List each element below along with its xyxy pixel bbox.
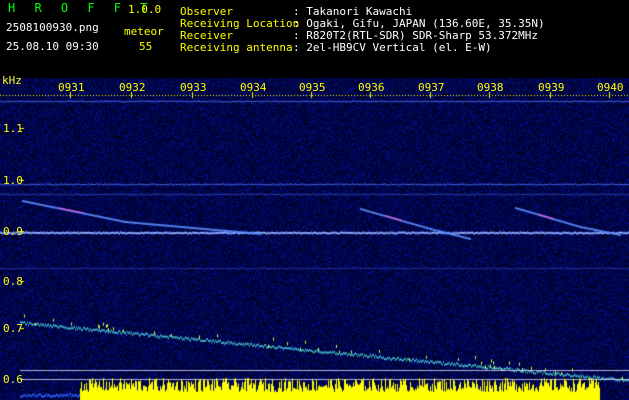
freq-label: 0.7 <box>3 322 23 335</box>
time-label: 0934 <box>240 81 267 94</box>
info-value-antenna: : 2el-HB9CV Vertical (el. E-W) <box>293 41 492 54</box>
time-label: 0931 <box>58 81 85 94</box>
freq-label: 0.9 <box>3 225 23 238</box>
unit-label: kHz <box>2 74 22 87</box>
info-label-antenna: Receiving antenna <box>180 41 293 54</box>
time-label: 0933 <box>180 81 207 94</box>
time-label: 0936 <box>358 81 385 94</box>
time-label: 0939 <box>538 81 565 94</box>
app-version: 1.0.0 <box>128 3 162 16</box>
time-label: 0932 <box>119 81 146 94</box>
freq-label: 0.8 <box>3 275 23 288</box>
date-time: 25.08.10 09:30 <box>6 40 99 53</box>
time-label: 0938 <box>477 81 504 94</box>
freq-label: 1.1 <box>3 122 23 135</box>
meteor-count: 55 <box>139 40 153 53</box>
time-label: 0937 <box>418 81 445 94</box>
spectrogram-canvas <box>0 0 629 400</box>
file-name: 2508100930.png <box>6 21 99 34</box>
time-label: 0935 <box>299 81 326 94</box>
freq-label: 0.6 <box>3 373 23 386</box>
time-label: 0940 <box>597 81 624 94</box>
meteor-label: meteor <box>124 25 164 38</box>
freq-label: 1.0 <box>3 174 23 187</box>
